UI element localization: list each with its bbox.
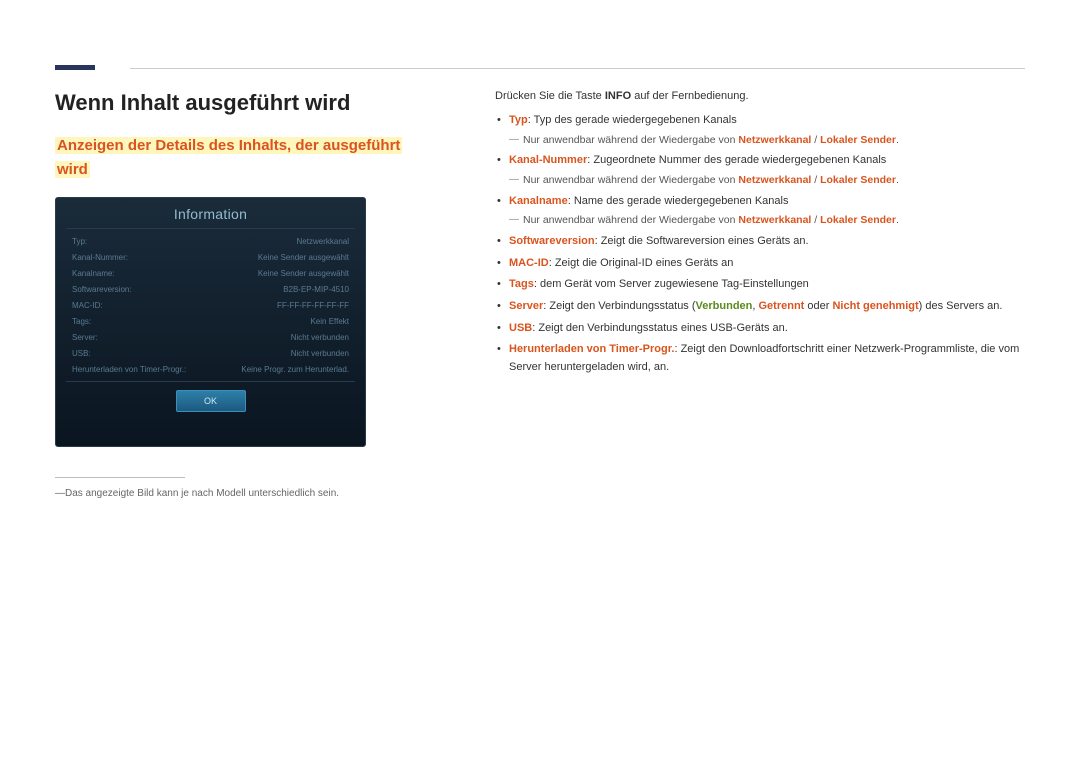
row-value: Keine Sender ausgewählt <box>258 253 349 262</box>
right-column: Drücken Sie die Taste INFO auf der Fernb… <box>415 90 1025 499</box>
header-rule <box>130 68 1025 69</box>
list-item: Kanalname: Name des gerade wiedergegeben… <box>495 193 1025 229</box>
row-label: Kanal-Nummer: <box>72 253 128 262</box>
table-row: Typ: Netzwerkkanal <box>70 233 351 249</box>
panel-title: Information <box>56 198 365 228</box>
row-value: B2B-EP-MIP-4510 <box>283 285 349 294</box>
row-value: Kein Effekt <box>310 317 349 326</box>
row-value: Nicht verbunden <box>291 349 349 358</box>
row-label: Herunterladen von Timer-Progr.: <box>72 365 186 374</box>
sub-note: Nur anwendbar während der Wiedergabe von… <box>509 212 1025 229</box>
row-value: Keine Sender ausgewählt <box>258 269 349 278</box>
description-list: Typ: Typ des gerade wiedergegebenen Kana… <box>495 112 1025 376</box>
row-value: Nicht verbunden <box>291 333 349 342</box>
table-row: Kanalname: Keine Sender ausgewählt <box>70 265 351 281</box>
panel-body: Typ: Netzwerkkanal Kanal-Nummer: Keine Sen… <box>66 228 355 382</box>
row-label: Server: <box>72 333 98 342</box>
table-row: Tags: Kein Effekt <box>70 313 351 329</box>
footnote-text: Das angezeigte Bild kann je nach Modell … <box>65 488 339 499</box>
list-item: Tags: dem Gerät vom Server zugewiesene T… <box>495 276 1025 294</box>
row-label: Kanalname: <box>72 269 115 278</box>
list-item: Kanal-Nummer: Zugeordnete Nummer des ger… <box>495 152 1025 188</box>
information-panel: Information Typ: Netzwerkkanal Kanal-Numm… <box>55 197 366 447</box>
left-column: Wenn Inhalt ausgeführt wird Anzeigen der… <box>55 90 415 499</box>
row-label: Softwareversion: <box>72 285 132 294</box>
section-subtitle: Anzeigen der Details des Inhalts, der au… <box>55 137 402 178</box>
row-label: Tags: <box>72 317 91 326</box>
table-row: MAC-ID: FF-FF-FF-FF-FF-FF <box>70 297 351 313</box>
row-label: MAC-ID: <box>72 301 103 310</box>
row-value: Keine Progr. zum Herunterlad. <box>241 365 349 374</box>
row-value: FF-FF-FF-FF-FF-FF <box>277 301 349 310</box>
footnote: ―Das angezeigte Bild kann je nach Modell… <box>55 488 415 499</box>
table-row: Herunterladen von Timer-Progr.: Keine Pro… <box>70 361 351 377</box>
list-item: Server: Zeigt den Verbindungsstatus (Ver… <box>495 298 1025 316</box>
ok-button[interactable]: OK <box>176 390 246 412</box>
footnote-rule <box>55 477 185 478</box>
intro-text: Drücken Sie die Taste INFO auf der Fernb… <box>495 90 1025 102</box>
header-accent <box>55 65 95 70</box>
row-label: Typ: <box>72 237 87 246</box>
list-item: USB: Zeigt den Verbindungsstatus eines U… <box>495 320 1025 338</box>
info-key: INFO <box>605 90 631 102</box>
list-item: Herunterladen von Timer-Progr.: Zeigt de… <box>495 341 1025 376</box>
table-row: Server: Nicht verbunden <box>70 329 351 345</box>
row-value: Netzwerkkanal <box>297 237 349 246</box>
list-item: MAC-ID: Zeigt die Original-ID eines Gerä… <box>495 255 1025 273</box>
sub-note: Nur anwendbar während der Wiedergabe von… <box>509 172 1025 189</box>
page-title: Wenn Inhalt ausgeführt wird <box>55 90 415 116</box>
row-label: USB: <box>72 349 91 358</box>
list-item: Typ: Typ des gerade wiedergegebenen Kana… <box>495 112 1025 148</box>
sub-note: Nur anwendbar während der Wiedergabe von… <box>509 132 1025 149</box>
table-row: Softwareversion: B2B-EP-MIP-4510 <box>70 281 351 297</box>
table-row: Kanal-Nummer: Keine Sender ausgewählt <box>70 249 351 265</box>
list-item: Softwareversion: Zeigt die Softwareversi… <box>495 233 1025 251</box>
table-row: USB: Nicht verbunden <box>70 345 351 361</box>
